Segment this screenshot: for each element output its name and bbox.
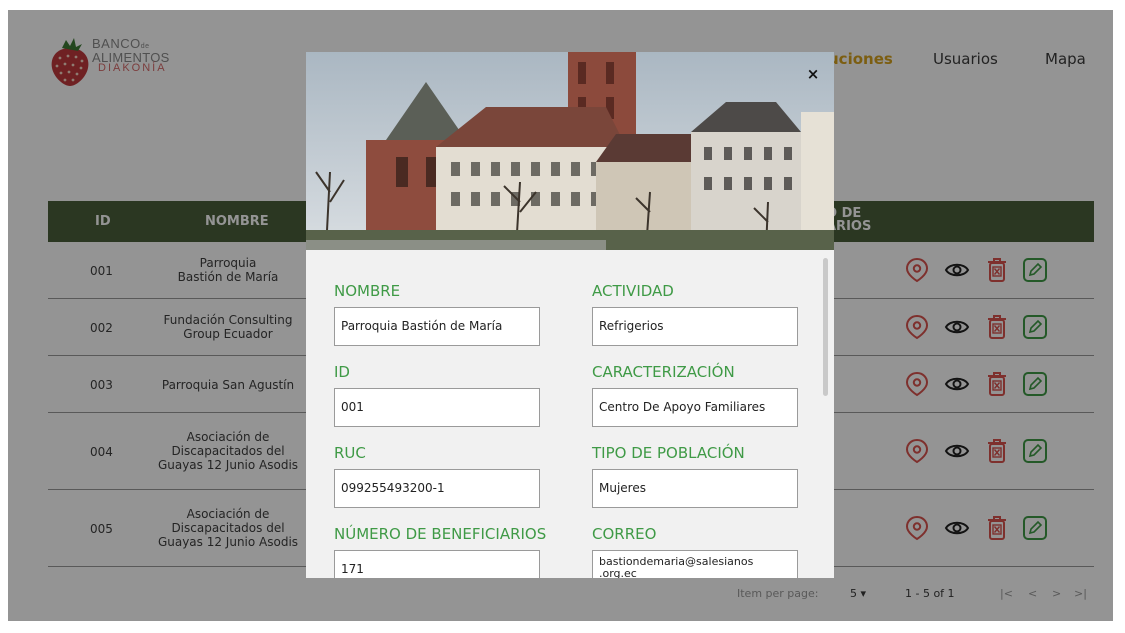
church-photo: [306, 52, 834, 250]
label-correo: CORREO: [592, 525, 657, 543]
field-nombre[interactable]: Parroquia Bastión de María: [334, 307, 540, 346]
field-caracterizacion[interactable]: Centro De Apoyo Familiares: [592, 388, 798, 427]
close-modal-button[interactable]: ×: [801, 62, 825, 86]
field-ruc[interactable]: 099255493200-1: [334, 469, 540, 508]
label-ruc: RUC: [334, 444, 366, 462]
modal-scrollbar[interactable]: [823, 258, 828, 396]
field-beneficiarios[interactable]: 171: [334, 550, 540, 578]
field-tipo-poblacion[interactable]: Mujeres: [592, 469, 798, 508]
label-actividad: ACTIVIDAD: [592, 282, 674, 300]
field-id[interactable]: 001: [334, 388, 540, 427]
label-beneficiarios: NÚMERO DE BENEFICIARIOS: [334, 525, 547, 543]
label-caracterizacion: CARACTERIZACIÓN: [592, 363, 735, 381]
modal-form: NOMBRE Parroquia Bastión de María ACTIVI…: [306, 250, 834, 578]
institutions-page: BANCOde ALIMENTOS DIAKONÍA uciones Usuar…: [8, 10, 1113, 621]
field-correo[interactable]: bastiondemaria@salesianos .org.ec: [592, 550, 798, 578]
label-tipo-poblacion: TIPO DE POBLACIÓN: [592, 444, 745, 462]
label-nombre: NOMBRE: [334, 282, 401, 300]
label-id: ID: [334, 363, 350, 381]
field-actividad[interactable]: Refrigerios: [592, 307, 798, 346]
institution-detail-modal: × NOMBRE Parroquia Bastión de María ACTI…: [306, 52, 834, 578]
